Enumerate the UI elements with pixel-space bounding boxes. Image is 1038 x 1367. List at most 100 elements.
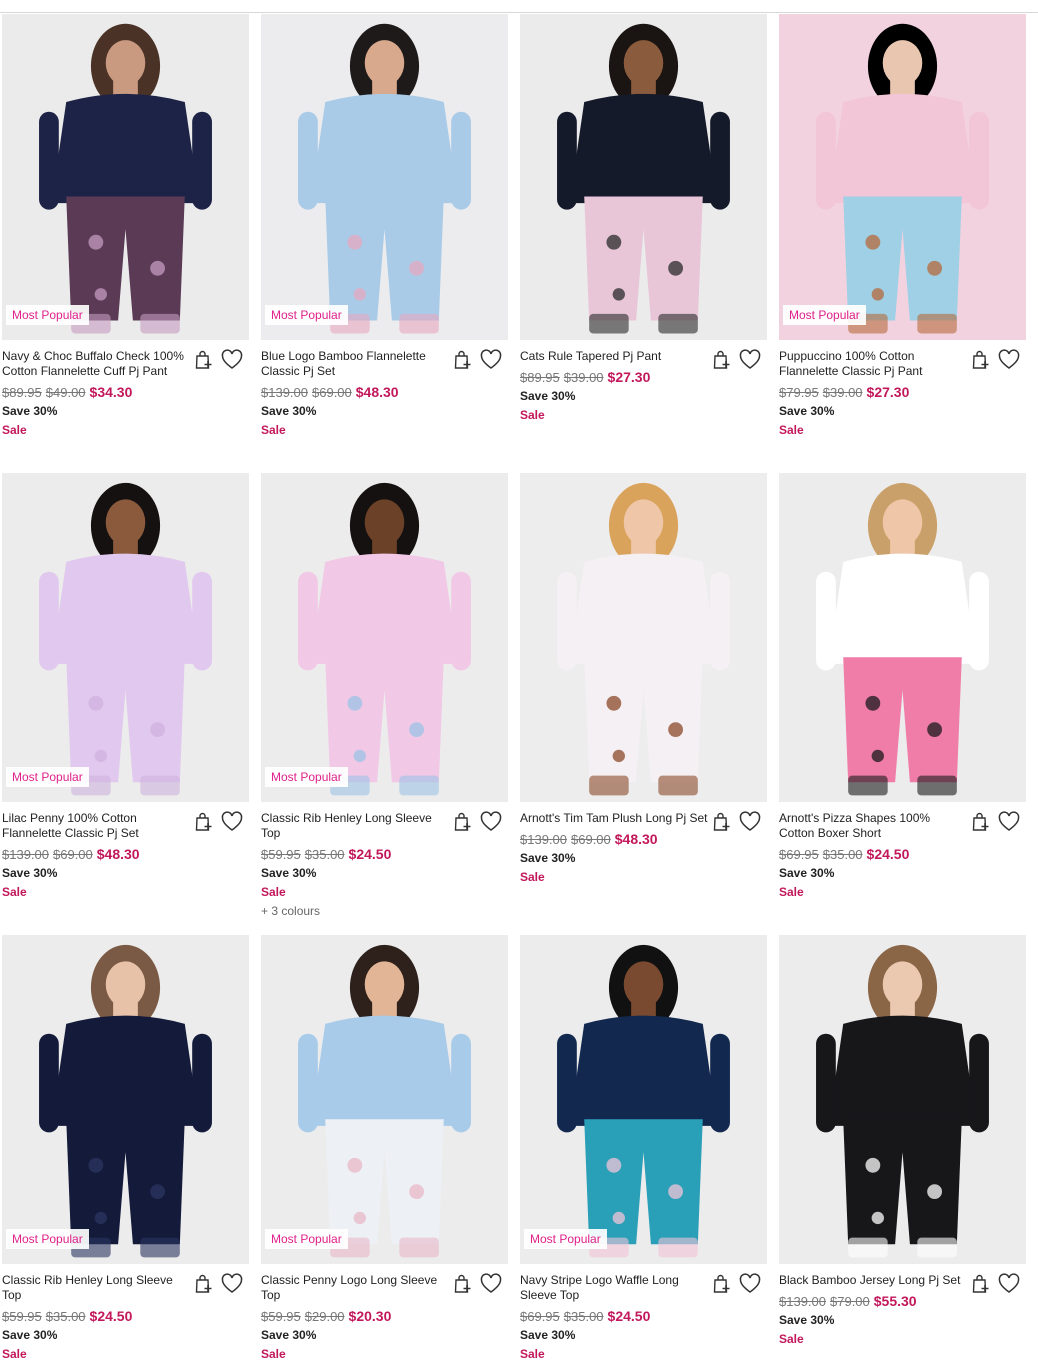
heart-icon[interactable] (739, 1273, 761, 1295)
heart-icon[interactable] (480, 1273, 502, 1295)
add-to-bag-icon[interactable] (711, 1273, 733, 1295)
most-popular-badge: Most Popular (524, 1229, 607, 1249)
product-image[interactable]: Most Popular (2, 473, 249, 802)
add-to-bag-icon[interactable] (970, 1273, 992, 1295)
sale-label: Sale (2, 423, 27, 437)
previous-price: $35.00 (563, 1309, 604, 1324)
product-info: Arnott's Tim Tam Plush Long Pj Set $139.0… (520, 802, 767, 885)
product-image[interactable]: Most Popular (2, 935, 249, 1264)
heart-icon[interactable] (221, 1273, 243, 1295)
product-name-link[interactable]: Classic Penny Logo Long Sleeve Top (261, 1273, 450, 1303)
card-actions (452, 1273, 502, 1295)
price-row: $139.00 $69.00 $48.30 (520, 831, 709, 848)
product-image[interactable]: Most Popular (261, 473, 508, 802)
add-to-bag-icon[interactable] (193, 349, 215, 371)
add-to-bag-icon[interactable] (970, 811, 992, 833)
sale-label: Sale (2, 885, 27, 899)
product-image[interactable] (779, 473, 1026, 802)
product-name-link[interactable]: Lilac Penny 100% Cotton Flannelette Clas… (2, 811, 191, 841)
product-image[interactable]: Most Popular (520, 935, 767, 1264)
product-name-link[interactable]: Classic Rib Henley Long Sleeve Top (261, 811, 450, 841)
price-row: $59.95 $29.00 $20.30 (261, 1308, 450, 1325)
previous-price: $39.00 (563, 370, 604, 385)
sale-label: Sale (779, 423, 804, 437)
product-card[interactable]: Arnott's Tim Tam Plush Long Pj Set $139.0… (520, 473, 767, 935)
heart-icon[interactable] (221, 811, 243, 833)
card-actions (193, 349, 243, 371)
product-name-link[interactable]: Black Bamboo Jersey Long Pj Set (779, 1273, 968, 1288)
product-card[interactable]: Most Popular Navy & Choc Buffalo Check 10… (2, 14, 249, 473)
save-percent: Save 30% (779, 1313, 835, 1327)
most-popular-badge: Most Popular (6, 1229, 89, 1249)
product-name-link[interactable]: Puppuccino 100% Cotton Flannelette Class… (779, 349, 968, 379)
product-image[interactable] (520, 473, 767, 802)
add-to-bag-icon[interactable] (193, 811, 215, 833)
original-price: $139.00 (779, 1294, 826, 1309)
product-image[interactable]: Most Popular (779, 14, 1026, 340)
sale-price: $24.50 (866, 846, 910, 862)
product-info: Navy Stripe Logo Waffle Long Sleeve Top $… (520, 1264, 767, 1362)
product-card[interactable]: Cats Rule Tapered Pj Pant $89.95 $39.00 $27… (520, 14, 767, 473)
heart-icon[interactable] (739, 811, 761, 833)
product-image[interactable]: Most Popular (261, 935, 508, 1264)
product-image[interactable]: Most Popular (261, 14, 508, 340)
product-info: Navy & Choc Buffalo Check 100% Cotton Fl… (2, 340, 249, 438)
product-card[interactable]: Most Popular Navy Stripe Logo Waffle Long… (520, 935, 767, 1367)
previous-price: $29.00 (304, 1309, 345, 1324)
product-photo (779, 14, 1026, 340)
previous-price: $35.00 (304, 847, 345, 862)
heart-icon[interactable] (998, 1273, 1020, 1295)
product-card[interactable]: Most Popular Classic Penny Logo Long Slee… (261, 935, 508, 1367)
product-photo (261, 473, 508, 802)
product-name-link[interactable]: Arnott's Tim Tam Plush Long Pj Set (520, 811, 709, 826)
product-info: Arnott's Pizza Shapes 100% Cotton Boxer … (779, 802, 1026, 900)
product-image[interactable] (779, 935, 1026, 1264)
heart-icon[interactable] (998, 349, 1020, 371)
price-row: $139.00 $79.00 $55.30 (779, 1293, 968, 1310)
heart-icon[interactable] (998, 811, 1020, 833)
product-name-link[interactable]: Navy & Choc Buffalo Check 100% Cotton Fl… (2, 349, 191, 379)
product-name-link[interactable]: Blue Logo Bamboo Flannelette Classic Pj … (261, 349, 450, 379)
sale-label: Sale (779, 1332, 804, 1346)
product-name-link[interactable]: Navy Stripe Logo Waffle Long Sleeve Top (520, 1273, 709, 1303)
product-card[interactable]: Arnott's Pizza Shapes 100% Cotton Boxer … (779, 473, 1026, 935)
add-to-bag-icon[interactable] (970, 349, 992, 371)
original-price: $69.95 (520, 1309, 560, 1324)
product-card[interactable]: Most Popular Lilac Penny 100% Cotton Flan… (2, 473, 249, 935)
product-image[interactable]: Most Popular (2, 14, 249, 340)
product-name-link[interactable]: Cats Rule Tapered Pj Pant (520, 349, 709, 364)
sale-price: $24.50 (607, 1308, 651, 1324)
sale-label: Sale (2, 1347, 27, 1361)
product-card[interactable]: Most Popular Puppuccino 100% Cotton Flann… (779, 14, 1026, 473)
card-actions (452, 349, 502, 371)
price-row: $69.95 $35.00 $24.50 (779, 846, 968, 863)
sale-label: Sale (261, 885, 286, 899)
product-photo (261, 935, 508, 1264)
heart-icon[interactable] (480, 811, 502, 833)
add-to-bag-icon[interactable] (193, 1273, 215, 1295)
save-percent: Save 30% (2, 866, 58, 880)
most-popular-badge: Most Popular (6, 767, 89, 787)
add-to-bag-icon[interactable] (452, 349, 474, 371)
add-to-bag-icon[interactable] (711, 349, 733, 371)
product-card[interactable]: Most Popular Blue Logo Bamboo Flannelette… (261, 14, 508, 473)
add-to-bag-icon[interactable] (452, 811, 474, 833)
previous-price: $35.00 (822, 847, 863, 862)
product-card[interactable]: Black Bamboo Jersey Long Pj Set $139.00 $7… (779, 935, 1026, 1367)
sale-price: $24.50 (348, 846, 392, 862)
sale-price: $20.30 (348, 1308, 392, 1324)
product-name-link[interactable]: Classic Rib Henley Long Sleeve Top (2, 1273, 191, 1303)
add-to-bag-icon[interactable] (711, 811, 733, 833)
product-image[interactable] (520, 14, 767, 340)
product-name-link[interactable]: Arnott's Pizza Shapes 100% Cotton Boxer … (779, 811, 968, 841)
add-to-bag-icon[interactable] (452, 1273, 474, 1295)
heart-icon[interactable] (480, 349, 502, 371)
price-row: $79.95 $39.00 $27.30 (779, 384, 968, 401)
heart-icon[interactable] (739, 349, 761, 371)
product-photo (2, 473, 249, 802)
product-photo (261, 14, 508, 340)
product-card[interactable]: Most Popular Classic Rib Henley Long Slee… (261, 473, 508, 935)
heart-icon[interactable] (221, 349, 243, 371)
more-colours-link[interactable]: + 3 colours (261, 904, 450, 919)
product-card[interactable]: Most Popular Classic Rib Henley Long Slee… (2, 935, 249, 1367)
